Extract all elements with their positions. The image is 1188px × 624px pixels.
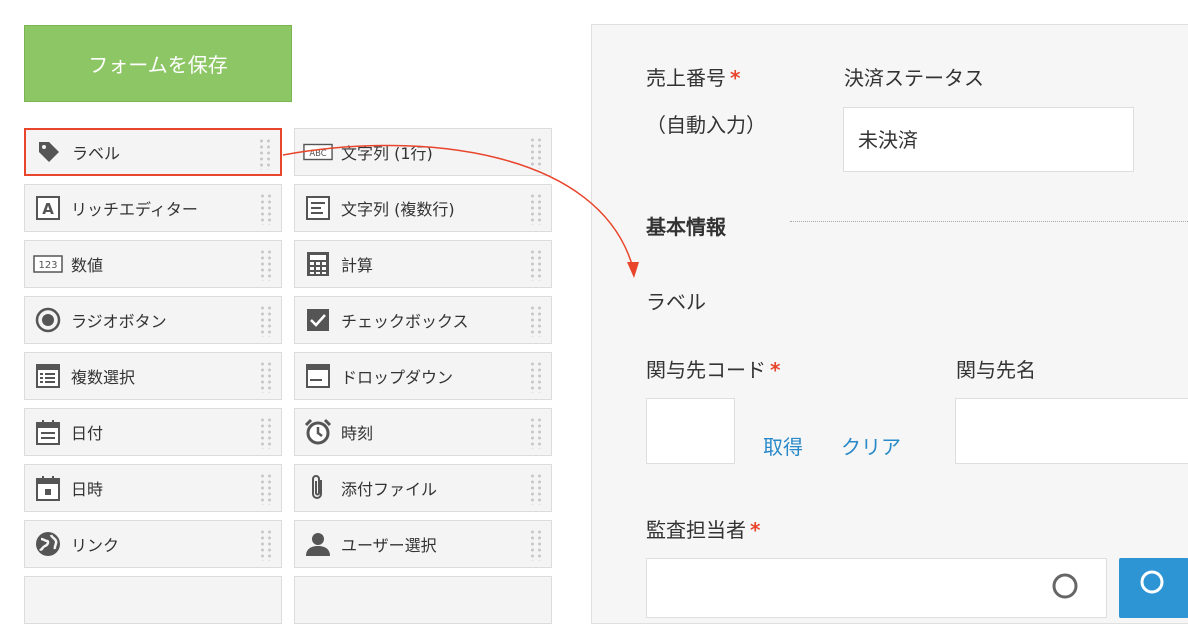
palette-item-datetime[interactable]: 日時	[24, 464, 282, 512]
search-icon	[1140, 570, 1164, 594]
client-code-label: 関与先コード *	[646, 358, 781, 382]
sales-number-label: 売上番号 *	[646, 66, 741, 90]
auditor-label: 監査担当者 *	[646, 518, 761, 542]
palette-item-rich-editor[interactable]: A リッチエディター	[24, 184, 282, 232]
palette-item-radio-button[interactable]: ラジオボタン	[24, 296, 282, 344]
palette-item-more[interactable]	[24, 576, 282, 624]
palette-item-text: ラジオボタン	[71, 312, 167, 331]
user-search-button[interactable]	[1119, 558, 1188, 618]
palette-item-more[interactable]	[294, 576, 552, 624]
palette-item-multi-line-text[interactable]: 文字列 (複数行)	[294, 184, 552, 232]
auditor-input[interactable]	[646, 558, 1107, 618]
drag-handle[interactable]	[529, 473, 543, 505]
drag-handle[interactable]	[259, 473, 273, 505]
palette-item-text: 添付ファイル	[341, 480, 438, 499]
drag-handle[interactable]	[529, 137, 543, 169]
client-code-input[interactable]	[646, 398, 735, 464]
auto-input-note: （自動入力）	[646, 113, 766, 137]
svg-text:123: 123	[38, 260, 57, 271]
required-mark: *	[730, 66, 741, 90]
paperclip-icon	[303, 473, 333, 503]
label-field[interactable]: ラベル	[646, 286, 706, 315]
palette-item-single-line-text[interactable]: ABC 文字列 (1行)	[294, 128, 552, 176]
drag-handle[interactable]	[529, 417, 543, 449]
text-abc-icon: ABC	[303, 137, 333, 167]
drag-handle[interactable]	[529, 529, 543, 561]
palette-item-attachment[interactable]: 添付ファイル	[294, 464, 552, 512]
tag-icon	[34, 137, 64, 167]
palette-item-text: 日時	[71, 480, 104, 499]
required-mark: *	[750, 518, 761, 542]
calculator-icon	[303, 249, 333, 279]
radio-icon	[33, 305, 63, 335]
drag-handle[interactable]	[259, 305, 273, 337]
palette-item-text: 数値	[71, 256, 104, 275]
save-form-button[interactable]: フォームを保存	[24, 25, 292, 102]
drag-handle[interactable]	[529, 249, 543, 281]
drag-handle[interactable]	[259, 529, 273, 561]
palette-item-user-select[interactable]: ユーザー選択	[294, 520, 552, 568]
palette-item-text: 文字列 (複数行)	[341, 200, 455, 219]
dropdown-icon	[303, 361, 333, 391]
clock-icon	[303, 417, 333, 447]
palette-item-text: ユーザー選択	[341, 536, 437, 555]
palette-item-dropdown[interactable]: ドロップダウン	[294, 352, 552, 400]
palette-item-checkbox[interactable]: チェックボックス	[294, 296, 552, 344]
palette-item-text: 計算	[341, 256, 374, 275]
fetch-link[interactable]: 取得	[763, 431, 803, 460]
palette-item-text: リンク	[71, 536, 120, 555]
drag-handle[interactable]	[529, 193, 543, 225]
drag-handle[interactable]	[529, 361, 543, 393]
drag-handle[interactable]	[259, 193, 273, 225]
palette-item-link[interactable]: リンク	[24, 520, 282, 568]
palette-item-text: 日付	[71, 424, 104, 443]
svg-text:A: A	[42, 200, 54, 218]
palette-item-number[interactable]: 123 数値	[24, 240, 282, 288]
checkbox-icon	[303, 305, 333, 335]
date-icon	[33, 417, 63, 447]
drag-handle[interactable]	[529, 305, 543, 337]
palette-item-label[interactable]: ラベル	[24, 128, 282, 176]
required-mark: *	[770, 358, 781, 382]
payment-status-label: 決済ステータス	[844, 66, 984, 90]
palette-item-text: チェックボックス	[341, 312, 469, 331]
drag-handle[interactable]	[258, 138, 272, 170]
drag-handle[interactable]	[259, 417, 273, 449]
globe-icon	[33, 529, 63, 559]
drag-handle[interactable]	[259, 361, 273, 393]
palette-item-text: 文字列 (1行)	[341, 144, 433, 163]
form-canvas: 売上番号 * （自動入力） 決済ステータス 未決済 基本情報 ラベル 関与先コード…	[591, 24, 1188, 624]
clear-link[interactable]: クリア	[841, 431, 901, 460]
search-icon[interactable]	[1050, 571, 1084, 605]
palette-item-calculation[interactable]: 計算	[294, 240, 552, 288]
user-icon	[303, 529, 333, 559]
svg-text:ABC: ABC	[309, 148, 326, 158]
palette-item-text: 複数選択	[71, 368, 136, 387]
datetime-icon	[33, 473, 63, 503]
rich-editor-icon: A	[33, 193, 63, 223]
section-title: 基本情報	[646, 215, 726, 239]
multiline-text-icon	[303, 193, 333, 223]
palette-item-time[interactable]: 時刻	[294, 408, 552, 456]
palette-item-text: ドロップダウン	[341, 368, 454, 387]
palette-item-text: ラベル	[72, 144, 121, 163]
palette-item-date[interactable]: 日付	[24, 408, 282, 456]
palette-item-multi-select[interactable]: 複数選択	[24, 352, 282, 400]
number-123-icon: 123	[33, 249, 63, 279]
payment-status-field[interactable]: 未決済	[843, 107, 1134, 172]
multiselect-icon	[33, 361, 63, 391]
palette-item-text: リッチエディター	[71, 200, 198, 219]
section-divider	[790, 221, 1188, 222]
palette-item-text: 時刻	[341, 424, 374, 443]
drag-handle[interactable]	[259, 249, 273, 281]
client-name-label: 関与先名	[956, 358, 1036, 382]
payment-status-value: 未決済	[858, 128, 918, 152]
client-name-input[interactable]	[955, 398, 1188, 464]
